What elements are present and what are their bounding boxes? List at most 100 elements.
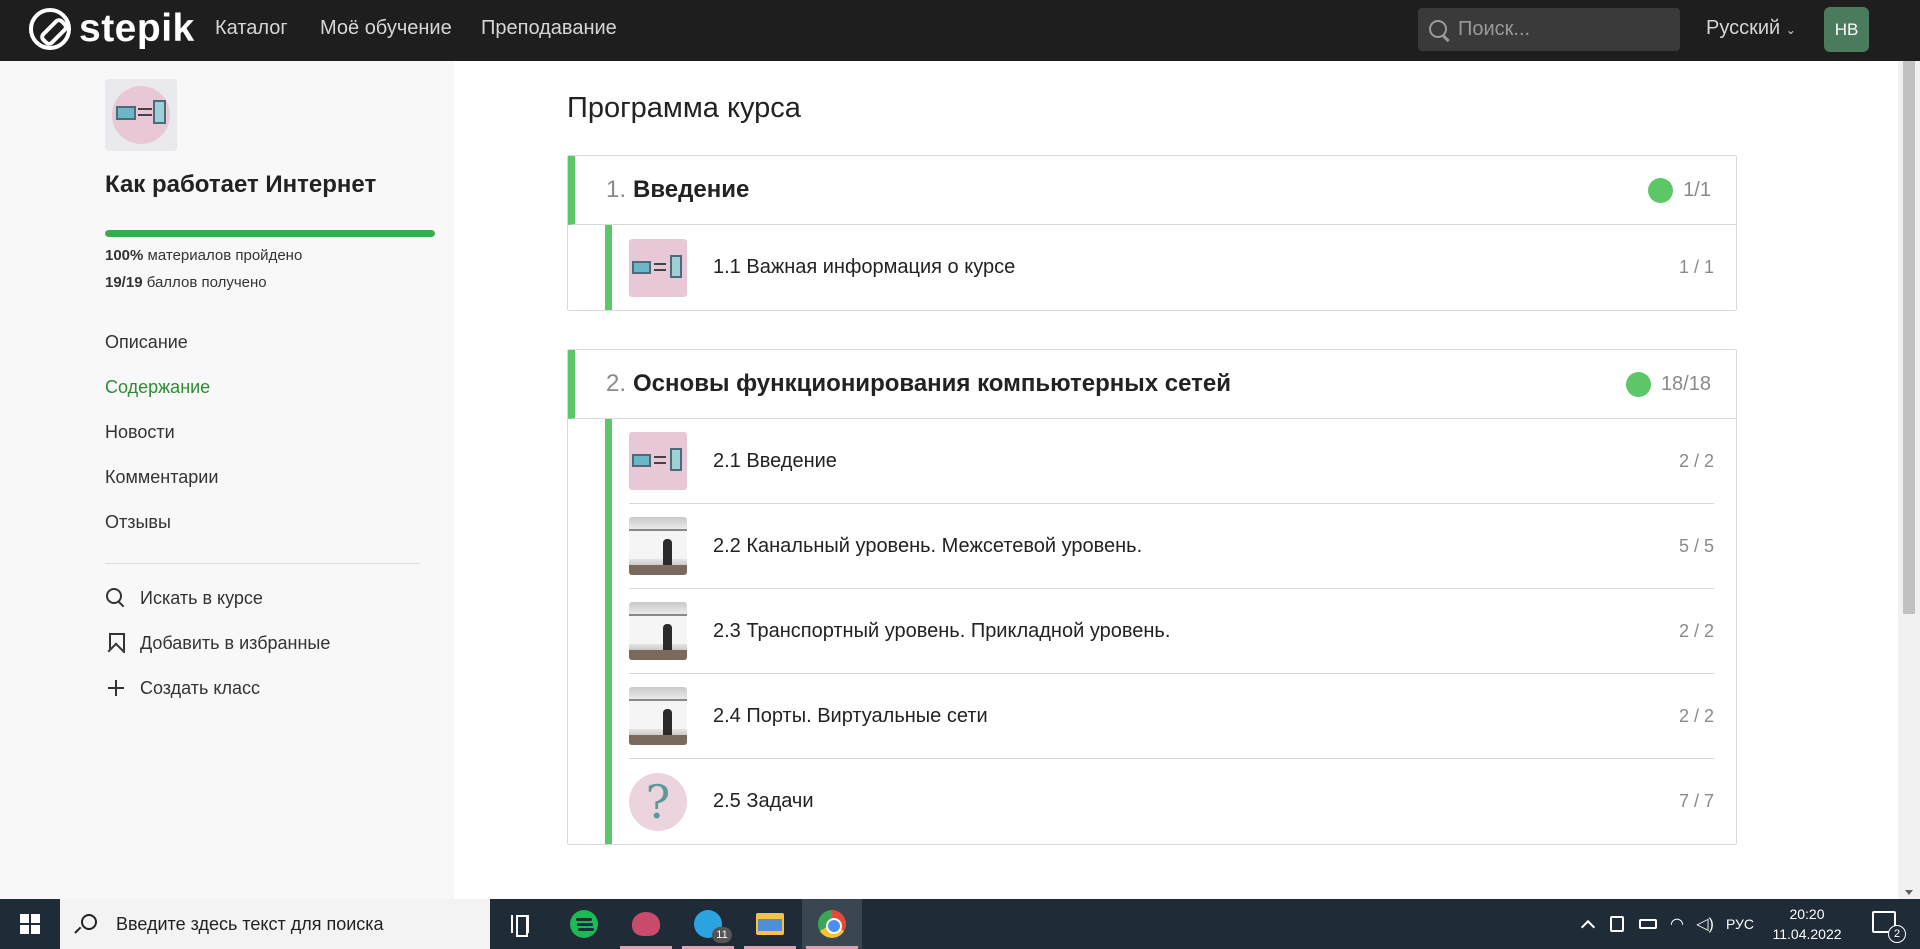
- start-button[interactable]: [0, 899, 60, 949]
- taskbar-clock[interactable]: 20:20 11.04.2022: [1764, 904, 1850, 944]
- scrollbar-thumb[interactable]: [1903, 61, 1915, 614]
- lesson-list: 1.1 Важная информация о курсе 1 / 1: [605, 225, 1736, 310]
- clock-time: 20:20: [1789, 906, 1825, 922]
- speaker-icon: ◁): [1696, 916, 1714, 933]
- materials-value: 100%: [105, 247, 144, 264]
- lesson-score: 2 / 2: [1678, 705, 1714, 726]
- lesson-score: 2 / 2: [1678, 620, 1714, 641]
- sidebar-link-reviews[interactable]: Отзывы: [105, 512, 171, 533]
- network-illustration-icon: [629, 238, 687, 297]
- file-explorer-app[interactable]: [740, 899, 800, 949]
- search-in-course-label: Искать в курсе: [140, 587, 263, 608]
- battery-icon: [1639, 919, 1657, 929]
- stepik-logo[interactable]: stepik: [29, 8, 195, 50]
- chevron-up-icon: [1580, 919, 1596, 935]
- module-score: 1/1: [1683, 179, 1711, 201]
- taskbar-search[interactable]: Введите здесь текст для поиска: [60, 899, 490, 949]
- language-select[interactable]: Русский ⌄: [1706, 17, 1796, 40]
- module-number: 2.: [606, 370, 627, 397]
- windows-logo-icon: [20, 914, 40, 934]
- sidebar-link-news[interactable]: Новости: [105, 422, 175, 443]
- materials-text: материалов пройдено: [147, 247, 303, 264]
- search-input[interactable]: [1458, 18, 1668, 41]
- sidebar-link-comments[interactable]: Комментарии: [105, 467, 218, 488]
- notification-count: 2: [1888, 925, 1906, 943]
- score-value: 19/19: [105, 274, 143, 291]
- module-progress: 18/18: [1625, 372, 1711, 397]
- search-box[interactable]: [1418, 8, 1680, 51]
- lesson-title[interactable]: 1.1 Важная информация о курсе: [713, 256, 1015, 279]
- snip-app[interactable]: [616, 899, 676, 949]
- sidebar-link-description[interactable]: Описание: [105, 332, 188, 353]
- lesson-title[interactable]: 2.4 Порты. Виртуальные сети: [713, 705, 988, 728]
- course-sidebar: Как работает Интернет 100% материалов пр…: [0, 61, 454, 899]
- nav-catalog[interactable]: Каталог: [215, 17, 288, 40]
- user-avatar[interactable]: НВ: [1824, 7, 1869, 52]
- page-scrollbar[interactable]: [1898, 61, 1920, 899]
- tray-device[interactable]: [1604, 899, 1630, 949]
- telegram-badge: 11: [712, 927, 732, 943]
- lesson-row[interactable]: 1.1 Важная информация о курсе 1 / 1: [629, 225, 1714, 310]
- spotify-app[interactable]: [554, 899, 614, 949]
- language-indicator[interactable]: РУС: [1720, 899, 1760, 949]
- module-header[interactable]: 2. Основы функционирования компьютерных …: [568, 350, 1736, 419]
- search-icon: [1428, 19, 1450, 41]
- scroll-down-arrow-icon[interactable]: [1905, 890, 1913, 895]
- tray-battery[interactable]: [1634, 899, 1662, 949]
- chrome-app[interactable]: [802, 899, 862, 949]
- add-to-favorites-label: Добавить в избранные: [140, 632, 331, 653]
- search-in-course-button[interactable]: Искать в курсе: [105, 587, 263, 609]
- lesson-row[interactable]: ? 2.5 Задачи 7 / 7: [629, 759, 1714, 844]
- lesson-title[interactable]: 2.1 Введение: [713, 450, 837, 473]
- language-indicator-text: РУС: [1725, 916, 1755, 932]
- lesson-title[interactable]: 2.5 Задачи: [713, 790, 814, 813]
- chrome-icon: [818, 910, 846, 938]
- lecture-video-thumbnail: [629, 602, 687, 660]
- module-card: 1. Введение 1/1 1.1 Важная информация о …: [567, 155, 1737, 311]
- lesson-score: 7 / 7: [1678, 791, 1714, 811]
- lesson-title[interactable]: 2.2 Канальный уровень. Межсетевой уровен…: [713, 535, 1142, 558]
- lesson-row[interactable]: 2.1 Введение 2 / 2: [629, 419, 1714, 504]
- sidebar-divider: [105, 563, 420, 564]
- task-view-button[interactable]: [490, 899, 550, 949]
- lecture-video-thumbnail: [629, 687, 687, 745]
- network-illustration-icon: [629, 432, 687, 490]
- lesson-list: 2.1 Введение 2 / 2 2.2 Канальный уровень…: [605, 419, 1736, 844]
- sidebar-link-contents[interactable]: Содержание: [105, 377, 210, 398]
- tray-network[interactable]: ◠: [1664, 899, 1690, 949]
- lesson-row[interactable]: 2.2 Канальный уровень. Межсетевой уровен…: [629, 504, 1714, 589]
- score-text: баллов получено: [146, 274, 267, 291]
- completed-dot-icon: [1625, 372, 1651, 397]
- course-thumbnail[interactable]: [105, 79, 177, 151]
- nav-my-learning[interactable]: Моё обучение: [320, 17, 452, 40]
- nav-teaching[interactable]: Преподавание: [481, 17, 617, 40]
- lesson-score: 1 / 1: [1678, 257, 1714, 277]
- module-header[interactable]: 1. Введение 1/1: [568, 156, 1736, 225]
- telegram-app[interactable]: 11: [678, 899, 738, 949]
- lesson-row[interactable]: 2.4 Порты. Виртуальные сети 2 / 2: [629, 674, 1714, 759]
- lesson-row[interactable]: 2.3 Транспортный уровень. Прикладной уро…: [629, 589, 1714, 674]
- wifi-icon: ◠: [1670, 916, 1684, 933]
- snip-icon: [632, 912, 660, 936]
- stepik-logo-icon: [29, 8, 71, 50]
- module-number: 1.: [606, 176, 627, 203]
- lesson-title[interactable]: 2.3 Транспортный уровень. Прикладной уро…: [713, 620, 1170, 643]
- file-explorer-icon: [756, 913, 784, 935]
- create-class-label: Создать класс: [140, 677, 260, 698]
- module-title: Основы функционирования компьютерных сет…: [633, 370, 1232, 397]
- logo-text: stepik: [79, 7, 195, 50]
- show-hidden-icons-button[interactable]: [1576, 899, 1600, 949]
- module-score: 18/18: [1660, 373, 1711, 395]
- materials-stat: 100% материалов пройдено: [105, 247, 302, 264]
- tray-volume[interactable]: ◁): [1692, 899, 1718, 949]
- search-icon: [74, 913, 97, 935]
- network-illustration-icon: [112, 86, 170, 144]
- question-mark-icon: ?: [629, 772, 687, 831]
- windows-taskbar: Введите здесь текст для поиска 11 ◠ ◁) Р…: [0, 899, 1920, 949]
- add-to-favorites-button[interactable]: Добавить в избранные: [105, 632, 330, 654]
- spotify-icon: [570, 910, 598, 938]
- create-class-button[interactable]: Создать класс: [105, 677, 260, 699]
- taskbar-search-text: Введите здесь текст для поиска: [116, 913, 384, 934]
- chevron-down-icon: ⌄: [1785, 23, 1796, 37]
- course-title[interactable]: Как работает Интернет: [105, 171, 376, 199]
